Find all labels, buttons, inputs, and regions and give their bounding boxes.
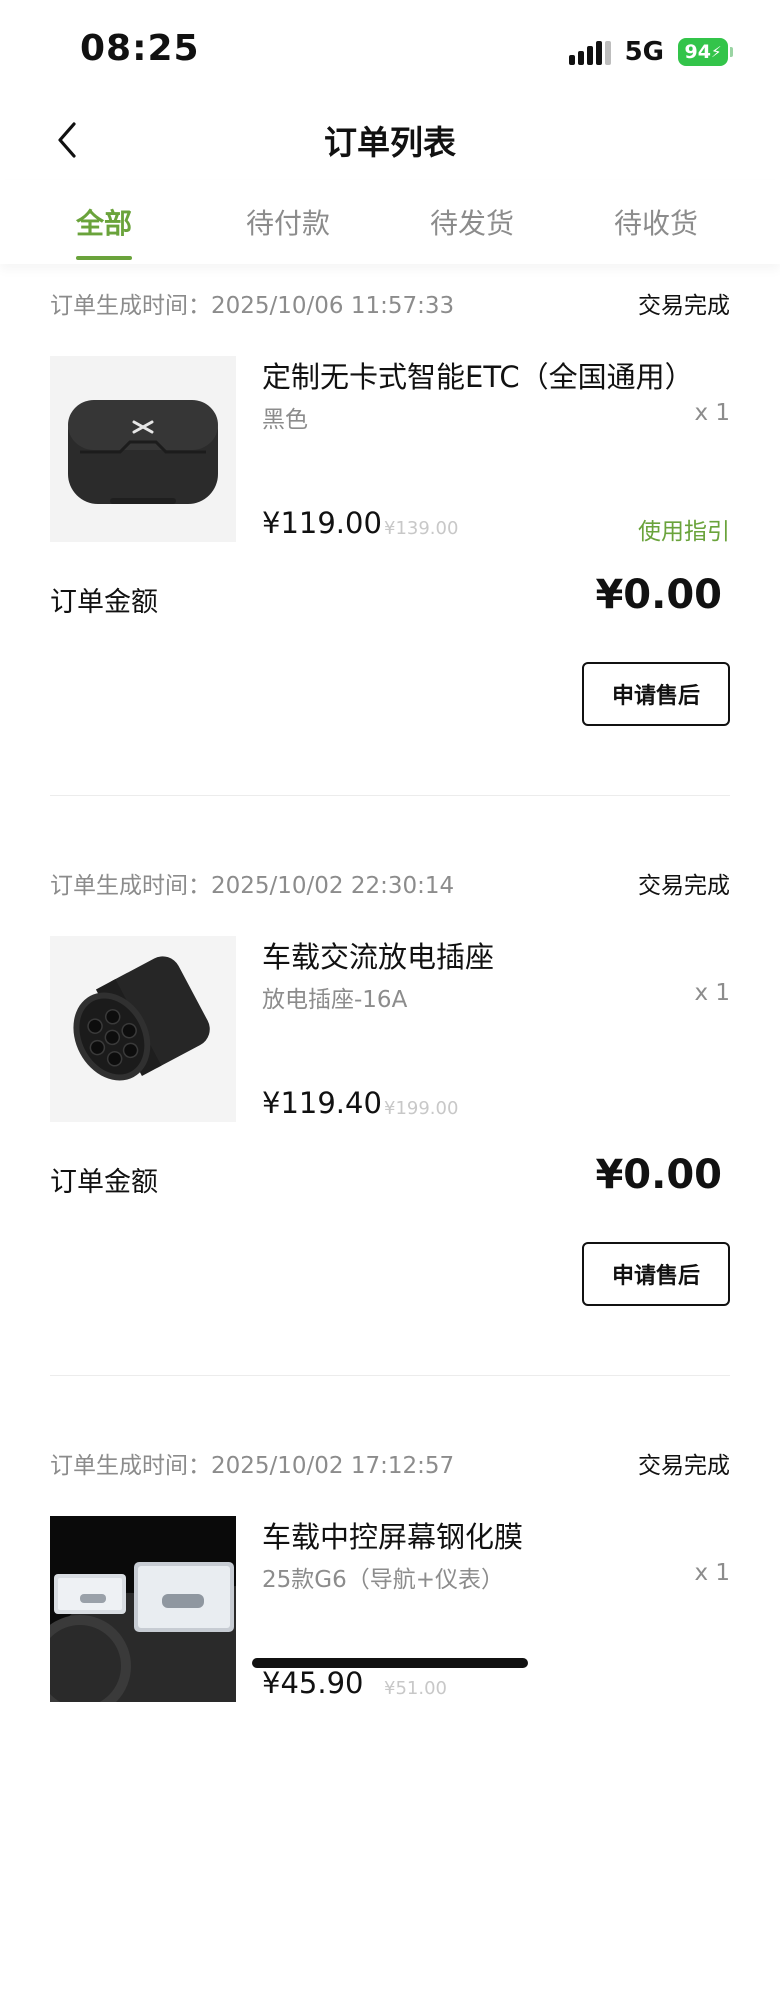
order-total-label: 订单金额 [50, 587, 158, 618]
product-variant: 25款G6（导航+仪表） [262, 1567, 504, 1593]
tab-all[interactable]: 全部 [12, 202, 196, 242]
order-time-value: 2025/10/02 17:12:57 [211, 1453, 455, 1479]
nav-bar: 订单列表 [0, 100, 780, 180]
product-original-price: ¥199.00 [384, 1098, 459, 1119]
order-status: 交易完成 [638, 1453, 730, 1479]
product-thumbnail[interactable] [50, 356, 236, 542]
order-time: 订单生成时间：2025/10/02 22:30:14 [50, 866, 454, 900]
etc-device-icon [50, 356, 236, 542]
status-bar: 08:25 5G 94 ⚡ [0, 0, 780, 100]
status-indicators: 5G 94 ⚡ [568, 36, 733, 68]
order-status: 交易完成 [638, 293, 730, 319]
order-total-value: ¥0.00 [595, 1152, 722, 1198]
order-divider [50, 795, 730, 796]
order-time-label: 订单生成时间： [50, 293, 211, 319]
product-quantity: x 1 [694, 1560, 730, 1586]
order-status: 交易完成 [638, 873, 730, 899]
product-thumbnail[interactable] [50, 936, 236, 1122]
order-card: 订单生成时间：2025/10/06 11:57:33 交易完成 定制无卡式智能E… [0, 264, 780, 844]
order-time-label: 订单生成时间： [50, 1453, 211, 1479]
order-list: 订单生成时间：2025/10/06 11:57:33 交易完成 定制无卡式智能E… [0, 264, 780, 2004]
active-tab-indicator [76, 256, 132, 260]
tab-pending-shipment[interactable]: 待发货 [380, 202, 564, 242]
product-variant: 放电插座-16A [262, 987, 408, 1013]
after-sales-button[interactable]: 申请售后 [582, 1242, 730, 1306]
signal-icon [568, 39, 611, 65]
product-quantity: x 1 [694, 400, 730, 426]
product-name[interactable]: 车载交流放电插座 [262, 934, 494, 976]
order-total-label: 订单金额 [50, 1167, 158, 1198]
network-label: 5G [624, 37, 664, 67]
order-tabs: 全部 待付款 待发货 待收货 [0, 180, 780, 264]
usage-guide-link[interactable]: 使用指引 [638, 512, 730, 546]
order-time-value: 2025/10/06 11:57:33 [211, 293, 455, 319]
order-time-label: 订单生成时间： [50, 873, 211, 899]
product-thumbnail[interactable] [50, 1516, 236, 1702]
order-time: 订单生成时间：2025/10/02 17:12:57 [50, 1446, 454, 1480]
product-name[interactable]: 车载中控屏幕钢化膜 [262, 1514, 523, 1556]
status-time: 08:25 [80, 28, 200, 69]
order-time: 订单生成时间：2025/10/06 11:57:33 [50, 286, 454, 320]
order-card: 订单生成时间：2025/10/02 22:30:14 交易完成 车载交流放电插座… [0, 844, 780, 1424]
screen-protector-icon [50, 1516, 236, 1702]
tab-pending-receipt[interactable]: 待收货 [564, 202, 748, 242]
order-divider [50, 1375, 730, 1376]
home-indicator[interactable] [252, 1658, 528, 1668]
page-title: 订单列表 [324, 123, 456, 162]
charging-bolt-icon: ⚡ [710, 43, 722, 61]
product-variant: 黑色 [262, 407, 308, 433]
order-card: 订单生成时间：2025/10/02 17:12:57 交易完成 车载中控屏幕钢化… [0, 1424, 780, 2004]
product-original-price: ¥51.00 [384, 1678, 447, 1699]
product-price: ¥119.40 [262, 1086, 382, 1120]
battery-icon: 94 ⚡ [678, 38, 733, 66]
product-price: ¥45.90 [262, 1666, 364, 1700]
product-price: ¥119.00 [262, 506, 382, 540]
order-time-value: 2025/10/02 22:30:14 [211, 873, 455, 899]
product-name[interactable]: 定制无卡式智能ETC（全国通用） [262, 354, 694, 396]
product-original-price: ¥139.00 [384, 518, 459, 539]
battery-level: 94 [684, 41, 711, 63]
order-total-value: ¥0.00 [595, 572, 722, 618]
after-sales-button[interactable]: 申请售后 [582, 662, 730, 726]
discharge-socket-icon [50, 936, 236, 1122]
product-quantity: x 1 [694, 980, 730, 1006]
tab-pending-payment[interactable]: 待付款 [196, 202, 380, 242]
